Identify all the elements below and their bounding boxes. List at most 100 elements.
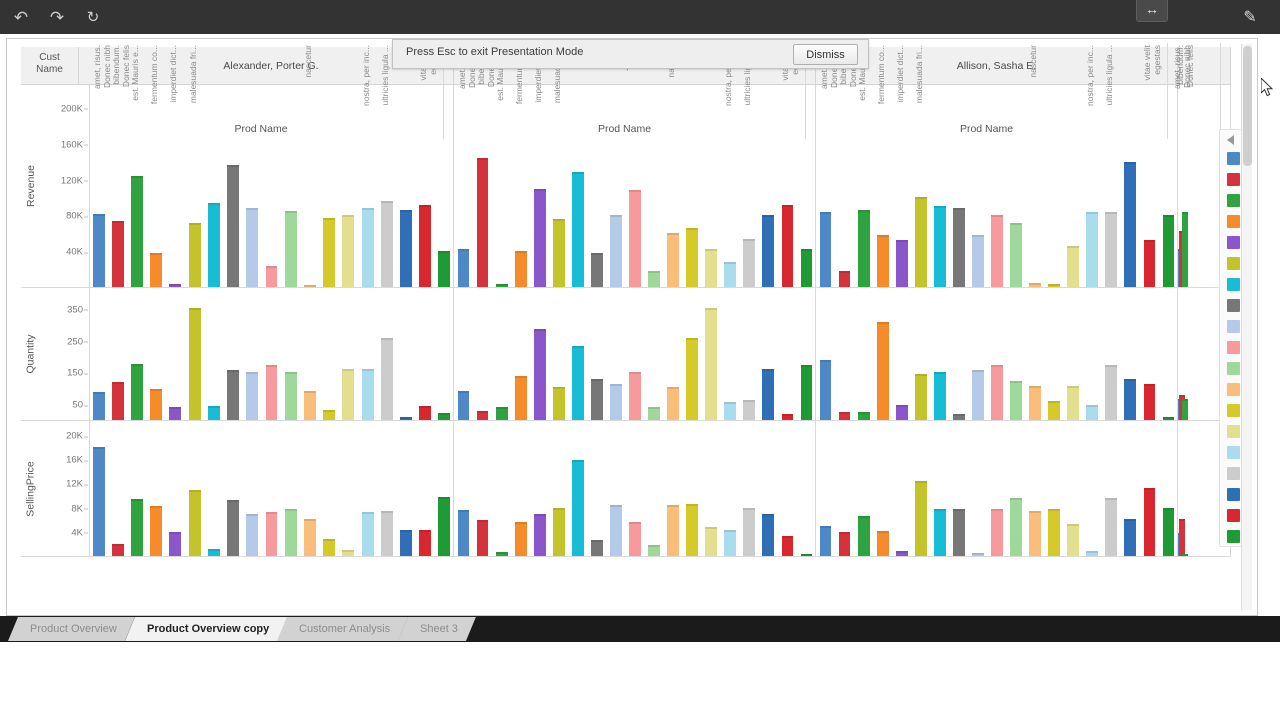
bar[interactable] <box>876 235 889 287</box>
bar[interactable] <box>131 498 143 556</box>
legend-swatch[interactable] <box>1227 320 1240 333</box>
legend-swatch[interactable] <box>1227 194 1240 207</box>
bar[interactable] <box>92 213 105 287</box>
bar[interactable] <box>914 197 927 287</box>
bar[interactable] <box>972 552 984 556</box>
bar[interactable] <box>667 386 679 420</box>
bar[interactable] <box>991 215 1003 287</box>
bar[interactable] <box>800 553 813 556</box>
bar[interactable] <box>590 539 603 556</box>
bar[interactable] <box>800 365 813 420</box>
bar[interactable] <box>1105 365 1118 420</box>
bar[interactable] <box>131 363 143 420</box>
bar[interactable] <box>629 190 641 287</box>
legend-swatch[interactable] <box>1227 488 1240 501</box>
bar[interactable] <box>323 539 336 556</box>
legend-swatch[interactable] <box>1227 152 1240 165</box>
bar[interactable] <box>876 530 889 556</box>
bar[interactable] <box>1029 511 1041 556</box>
bar[interactable] <box>629 522 641 556</box>
bar[interactable] <box>590 252 603 287</box>
bar[interactable] <box>495 552 508 556</box>
bar[interactable] <box>1181 399 1188 420</box>
sheet-tab-3[interactable]: Customer Analysis <box>277 617 408 641</box>
bar[interactable] <box>1105 211 1118 287</box>
bar[interactable] <box>533 328 546 420</box>
legend-swatch[interactable] <box>1227 341 1240 354</box>
bar[interactable] <box>1124 518 1137 556</box>
bar[interactable] <box>438 496 451 556</box>
bar[interactable] <box>303 390 316 420</box>
bar[interactable] <box>1086 211 1099 287</box>
bar[interactable] <box>762 215 775 287</box>
bar[interactable] <box>1124 161 1137 287</box>
bar[interactable] <box>111 220 124 287</box>
bar[interactable] <box>111 381 124 420</box>
bar[interactable] <box>380 201 393 287</box>
bar[interactable] <box>1010 497 1022 556</box>
legend-swatch[interactable] <box>1227 530 1240 543</box>
bar[interactable] <box>380 338 393 420</box>
bar[interactable] <box>495 284 508 287</box>
bar[interactable] <box>686 338 699 420</box>
bar[interactable] <box>705 249 718 287</box>
legend-swatch[interactable] <box>1227 383 1240 396</box>
bar[interactable] <box>284 371 297 420</box>
bar[interactable] <box>838 270 851 287</box>
bar[interactable] <box>1162 507 1175 556</box>
bar[interactable] <box>150 252 163 287</box>
bar[interactable] <box>111 543 124 556</box>
bar[interactable] <box>724 530 737 556</box>
bar[interactable] <box>207 406 220 420</box>
pencil-icon[interactable]: ✎ <box>1240 8 1260 28</box>
bar[interactable] <box>857 412 870 420</box>
bar[interactable] <box>1048 508 1061 556</box>
bar[interactable] <box>1010 381 1022 420</box>
bar[interactable] <box>743 507 756 556</box>
sheet-tab-2[interactable]: Product Overview copy <box>125 617 287 641</box>
bar[interactable] <box>514 375 527 420</box>
legend-swatch[interactable] <box>1227 362 1240 375</box>
bar[interactable] <box>227 500 240 556</box>
bar[interactable] <box>361 208 374 287</box>
bar[interactable] <box>686 504 699 556</box>
bar[interactable] <box>342 549 355 556</box>
bar[interactable] <box>1105 497 1118 556</box>
bar[interactable] <box>1067 523 1080 556</box>
bar[interactable] <box>838 411 851 420</box>
bar[interactable] <box>552 218 565 287</box>
bar[interactable] <box>1143 240 1156 287</box>
bar[interactable] <box>361 368 374 420</box>
bar[interactable] <box>895 404 908 420</box>
bar[interactable] <box>838 532 851 556</box>
bar[interactable] <box>188 308 201 420</box>
bar[interactable] <box>1162 215 1175 287</box>
bar[interactable] <box>762 369 775 420</box>
bar[interactable] <box>476 519 489 556</box>
bar[interactable] <box>705 308 718 420</box>
bar[interactable] <box>933 508 946 556</box>
bar[interactable] <box>533 188 546 287</box>
bar[interactable] <box>438 251 451 287</box>
bar[interactable] <box>1143 384 1156 420</box>
bar[interactable] <box>972 235 984 287</box>
legend-swatch[interactable] <box>1227 446 1240 459</box>
legend-swatch[interactable] <box>1227 215 1240 228</box>
collapse-left-icon[interactable] <box>1227 135 1234 145</box>
bar[interactable] <box>686 227 699 287</box>
bar[interactable] <box>857 516 870 556</box>
bar[interactable] <box>476 411 489 420</box>
bar[interactable] <box>933 372 946 420</box>
bar[interactable] <box>952 509 965 556</box>
bar[interactable] <box>1143 488 1156 556</box>
bar[interactable] <box>476 158 489 287</box>
bar[interactable] <box>131 175 143 287</box>
bar[interactable] <box>323 218 336 287</box>
bar[interactable] <box>991 508 1003 556</box>
bar[interactable] <box>246 371 259 420</box>
bar[interactable] <box>361 512 374 556</box>
bar[interactable] <box>1086 550 1099 556</box>
bar[interactable] <box>265 365 278 420</box>
bar[interactable] <box>188 489 201 556</box>
bar[interactable] <box>1181 211 1188 287</box>
